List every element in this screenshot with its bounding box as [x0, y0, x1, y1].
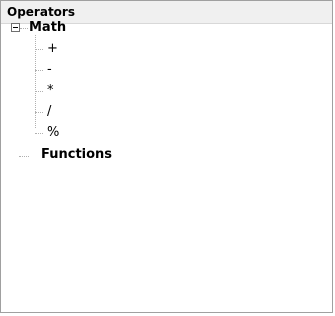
tree-connector: [19, 156, 29, 157]
tree-connector: [35, 70, 43, 71]
tree-connector: [35, 91, 43, 92]
tree-node-math[interactable]: Math: [29, 20, 66, 36]
tree-node-functions[interactable]: Functions: [41, 147, 112, 163]
tree-node-divide[interactable]: /: [47, 104, 51, 120]
tree-connector: [35, 112, 43, 113]
tree-node-minus[interactable]: -: [47, 62, 52, 78]
tree-node-modulo[interactable]: %: [47, 125, 59, 141]
tree-connector: [35, 49, 43, 50]
operators-panel: Operators Math + - * / % Functions: [0, 0, 333, 313]
tree-node-plus[interactable]: +: [47, 41, 58, 57]
collapse-toggle-icon[interactable]: [11, 23, 20, 32]
tree-connector: [35, 133, 43, 134]
panel-title: Operators: [7, 5, 75, 19]
tree-connector: [20, 28, 28, 29]
tree-node-multiply[interactable]: *: [47, 83, 54, 99]
operators-tree: Math + - * / % Functions: [1, 20, 332, 312]
